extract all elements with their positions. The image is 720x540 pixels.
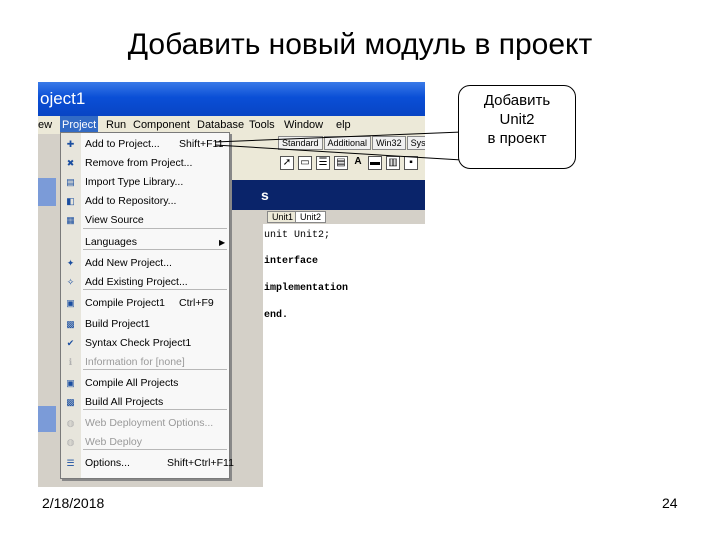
slide-page-number: 24 — [662, 495, 678, 511]
callout-box: Добавить Unit2 в проект — [458, 85, 576, 169]
callout-pointer — [214, 131, 463, 161]
callout-line: в проект — [487, 130, 547, 147]
slide-date: 2/18/2018 — [42, 495, 105, 511]
callout-line: Unit2 — [499, 111, 535, 128]
callout-line: Добавить — [483, 92, 551, 109]
